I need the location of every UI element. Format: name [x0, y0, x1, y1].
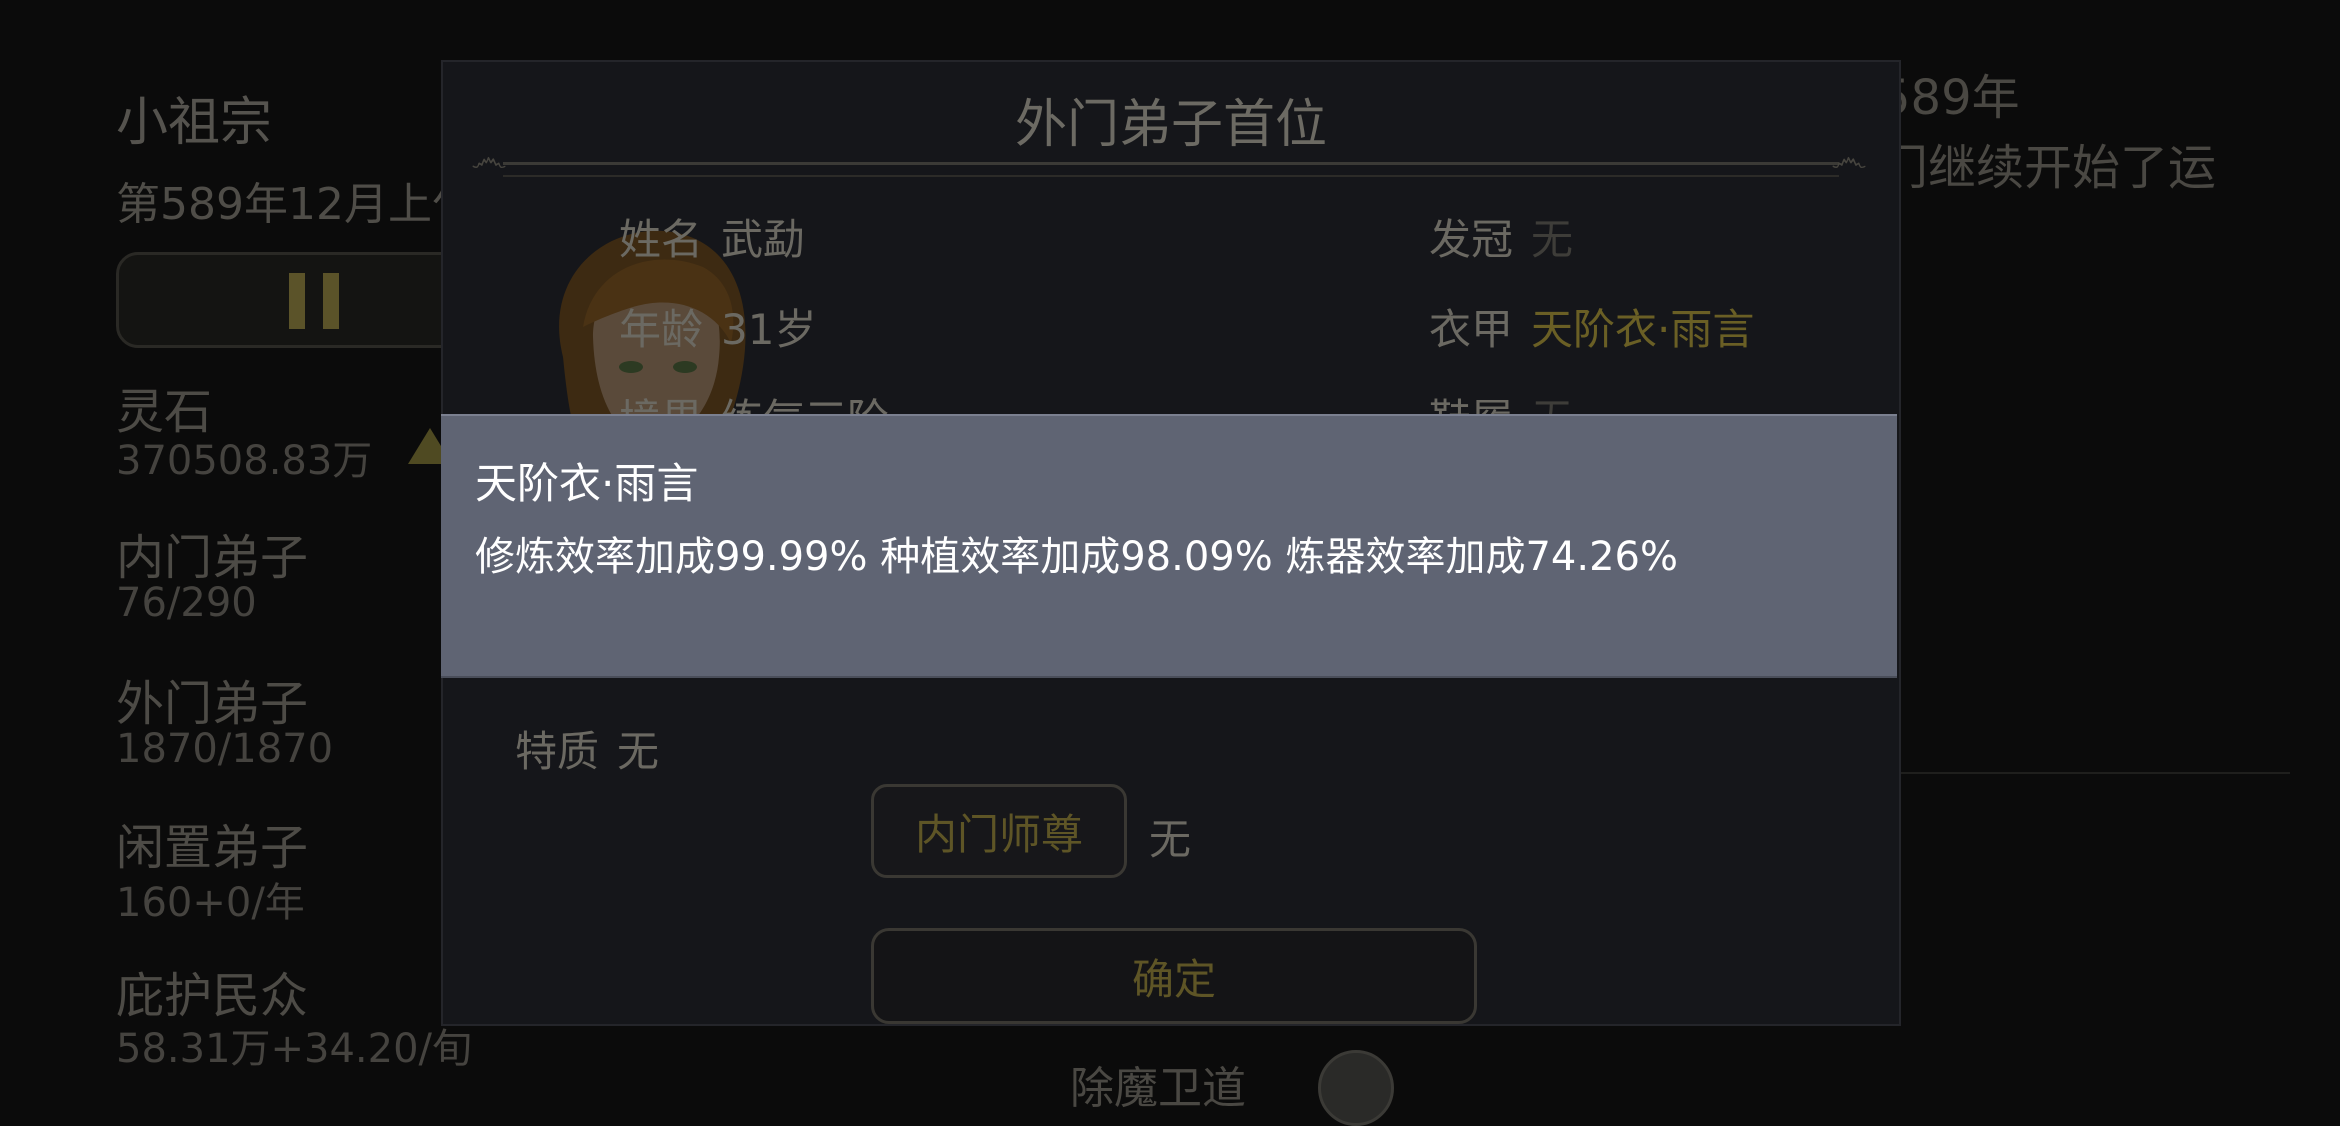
time-speed-control[interactable]: [116, 252, 482, 348]
bottom-round-button[interactable]: [1318, 1050, 1394, 1126]
field-hat[interactable]: 发冠无: [1429, 206, 1573, 267]
stat-label-outer-disciples: 外门弟子: [116, 676, 309, 732]
stat-value-protected-people: 58.31万+34.20/旬: [116, 1026, 473, 1072]
stat-value-spirit-stone: 370508.83万: [116, 438, 373, 484]
field-age-label: 年龄: [619, 305, 704, 354]
field-trait-value: 无: [617, 727, 660, 776]
field-name-value: 武勐: [721, 215, 806, 264]
confirm-button[interactable]: 确定: [871, 928, 1477, 1024]
bottom-action-label: 除魔卫道: [1070, 1063, 1246, 1114]
divider: [1900, 772, 2290, 774]
field-hat-value: 无: [1531, 215, 1574, 264]
sect-name: 小祖宗: [116, 93, 273, 153]
item-tooltip[interactable]: 天阶衣·雨言 修炼效率加成99.99% 种植效率加成98.09% 炼器效率加成7…: [441, 414, 1897, 678]
stat-value-idle-disciples: 160+0/年: [116, 880, 305, 926]
field-age-value: 31岁: [721, 305, 817, 354]
field-armor-label: 衣甲: [1429, 305, 1514, 354]
field-name-label: 姓名: [619, 215, 704, 264]
stat-value-inner-disciples: 76/290: [116, 580, 257, 626]
field-name: 姓名 武勐: [619, 206, 805, 267]
tooltip-title: 天阶衣·雨言: [475, 459, 699, 508]
cloud-ornament-icon: ෴: [1831, 136, 1868, 180]
inner-master-button[interactable]: 内门师尊: [871, 784, 1127, 878]
field-armor-value: 天阶衣·雨言: [1531, 305, 1755, 354]
field-armor[interactable]: 衣甲 天阶衣·雨言: [1429, 296, 1754, 357]
log-message: 门继续开始了运: [1880, 140, 2217, 196]
pause-icon[interactable]: [289, 273, 341, 329]
game-date: 第589年12月上旬: [116, 179, 476, 230]
stat-label-inner-disciples: 内门弟子: [116, 530, 309, 586]
field-hat-label: 发冠: [1429, 215, 1514, 264]
tooltip-description: 修炼效率加成99.99% 种植效率加成98.09% 炼器效率加成74.26%: [475, 534, 1678, 580]
field-trait-label: 特质: [515, 727, 600, 776]
inner-master-value: 无: [1149, 815, 1192, 864]
cloud-ornament-icon: ෴: [471, 136, 508, 180]
title-divider: [503, 162, 1839, 177]
field-age: 年龄 31岁: [619, 296, 816, 357]
stat-value-outer-disciples: 1870/1870: [116, 726, 334, 772]
field-trait: 特质无: [515, 718, 659, 779]
stat-label-idle-disciples: 闲置弟子: [116, 820, 309, 876]
panel-title: 外门弟子首位: [1014, 95, 1327, 155]
